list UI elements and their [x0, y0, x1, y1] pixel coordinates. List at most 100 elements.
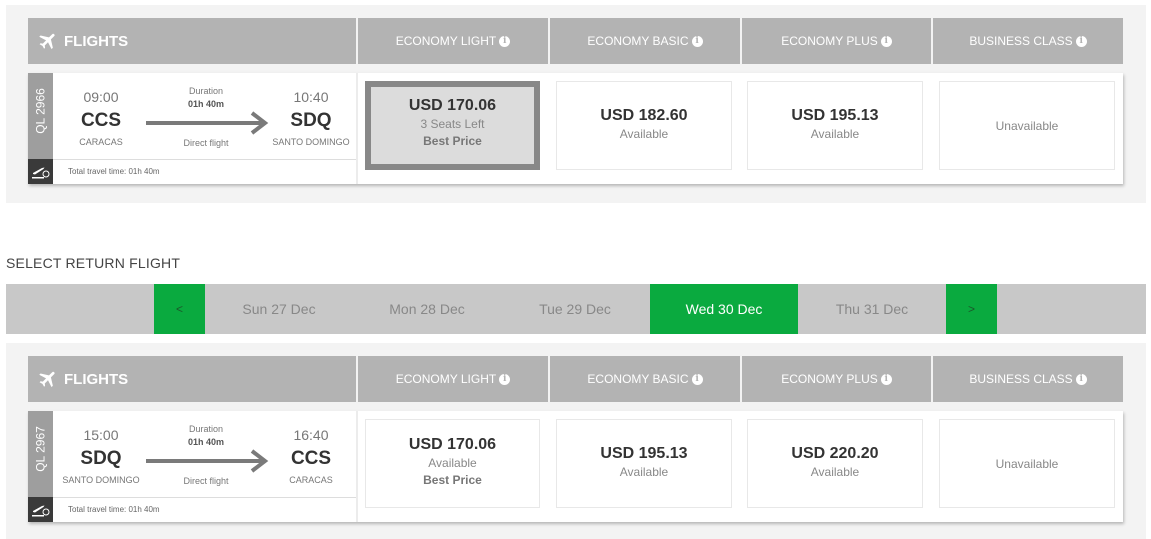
fare-status: Available — [619, 465, 669, 479]
arrive-code: CCS — [290, 448, 332, 469]
info-icon[interactable]: i — [1075, 35, 1087, 47]
fare-price: USD 170.06 — [408, 97, 497, 114]
return-flight-section: FLIGHTS ECONOMY LIGHT i ECONOMY BASIC i EC… — [6, 343, 1146, 539]
arrive-code: SDQ — [290, 110, 332, 131]
date-tab[interactable]: Thu 31 Dec — [798, 284, 946, 334]
direct-flight-label: Direct flight — [183, 138, 229, 148]
flight-card: QL 2966 09:00 CCS CARACAS Duration 01h 4… — [28, 73, 1123, 184]
header-economy-light: ECONOMY LIGHT i — [358, 356, 548, 402]
info-icon[interactable]: i — [499, 35, 511, 47]
fare-price: USD 195.13 — [600, 445, 688, 462]
fare-economy-plus[interactable]: USD 195.13 Available — [747, 81, 923, 170]
departure-icon — [28, 159, 53, 184]
depart-time: 15:00 — [83, 427, 119, 443]
best-price-label: Best Price — [423, 473, 482, 487]
fare-economy-plus[interactable]: USD 220.20 Available — [747, 419, 923, 508]
header-class-label: ECONOMY LIGHT — [395, 34, 497, 48]
next-date-button[interactable]: > — [946, 284, 997, 334]
date-selector-bar: < Sun 27 Dec Mon 28 Dec Tue 29 Dec Wed 3… — [6, 284, 1146, 334]
arrive-city: SANTO DOMINGO — [272, 137, 350, 147]
fare-status: Available — [428, 456, 477, 470]
depart-city: CARACAS — [79, 137, 123, 147]
prev-date-button[interactable]: < — [154, 284, 205, 334]
plane-takeoff-icon — [32, 167, 50, 179]
divider — [356, 411, 358, 522]
outbound-flight-section: FLIGHTS ECONOMY LIGHT i ECONOMY BASIC i EC… — [6, 5, 1146, 203]
divider — [53, 159, 357, 160]
info-icon[interactable]: i — [880, 373, 892, 385]
return-section-title: SELECT RETURN FLIGHT — [6, 255, 181, 271]
depart-code: SDQ — [80, 448, 122, 469]
depart-city: SANTO DOMINGO — [62, 475, 140, 485]
divider — [356, 73, 358, 184]
duration-value: 01h 40m — [187, 99, 225, 109]
header-class-label: BUSINESS CLASS — [969, 34, 1073, 48]
duration-label: Duration — [188, 86, 224, 96]
header-economy-plus: ECONOMY PLUS i — [742, 18, 931, 64]
header-class-label: ECONOMY LIGHT — [395, 372, 497, 386]
header-class-label: ECONOMY BASIC — [587, 372, 689, 386]
info-icon[interactable]: i — [499, 373, 511, 385]
fare-price: USD 182.60 — [600, 107, 688, 124]
flights-header-label: FLIGHTS — [64, 370, 129, 388]
fare-economy-light[interactable]: USD 170.06 3 Seats Left Best Price — [365, 81, 540, 170]
header-business-class: BUSINESS CLASS i — [933, 356, 1123, 402]
date-tab[interactable]: Mon 28 Dec — [353, 284, 501, 334]
depart-code: CCS — [80, 110, 122, 131]
fare-unavailable: Unavailable — [995, 457, 1059, 471]
plane-takeoff-icon — [32, 505, 50, 517]
fare-economy-basic[interactable]: USD 182.60 Available — [556, 81, 732, 170]
flights-header: FLIGHTS — [28, 356, 356, 402]
info-icon[interactable]: i — [880, 35, 892, 47]
header-economy-basic: ECONOMY BASIC i — [550, 18, 740, 64]
duration-label: Duration — [188, 424, 224, 434]
header-class-label: ECONOMY PLUS — [781, 34, 878, 48]
depart-time: 09:00 — [83, 89, 119, 105]
info-icon[interactable]: i — [691, 373, 703, 385]
fare-status: Available — [619, 127, 669, 141]
fare-header-row: FLIGHTS ECONOMY LIGHT i ECONOMY BASIC i EC… — [28, 18, 1123, 64]
fare-business-class: Unavailable — [939, 81, 1115, 170]
fare-business-class: Unavailable — [939, 419, 1115, 508]
best-price-label: Best Price — [423, 134, 482, 148]
flight-number: QL 2966 — [33, 88, 48, 134]
header-class-label: ECONOMY PLUS — [781, 372, 878, 386]
fare-unavailable: Unavailable — [995, 119, 1059, 133]
total-travel-time: Total travel time: 01h 40m — [68, 167, 160, 176]
plane-icon — [39, 33, 55, 50]
fare-price: USD 170.06 — [408, 436, 497, 453]
total-travel-time: Total travel time: 01h 40m — [68, 505, 160, 514]
arrive-time: 10:40 — [293, 89, 329, 105]
header-class-label: ECONOMY BASIC — [587, 34, 689, 48]
arrow-right-icon — [146, 111, 269, 135]
header-class-label: BUSINESS CLASS — [969, 372, 1073, 386]
fare-economy-basic[interactable]: USD 195.13 Available — [556, 419, 732, 508]
date-tab[interactable]: Sun 27 Dec — [205, 284, 353, 334]
fare-status: Available — [810, 127, 860, 141]
info-icon[interactable]: i — [1075, 373, 1087, 385]
duration-value: 01h 40m — [187, 437, 225, 447]
flights-header: FLIGHTS — [28, 18, 356, 64]
fare-price: USD 220.20 — [791, 445, 879, 462]
arrow-right-icon — [146, 449, 269, 473]
header-economy-basic: ECONOMY BASIC i — [550, 356, 740, 402]
fare-header-row: FLIGHTS ECONOMY LIGHT i ECONOMY BASIC i EC… — [28, 356, 1123, 402]
divider — [53, 497, 357, 498]
flight-card: QL 2967 15:00 SDQ SANTO DOMINGO Duration… — [28, 411, 1123, 522]
flights-header-label: FLIGHTS — [64, 32, 129, 50]
fare-economy-light[interactable]: USD 170.06 Available Best Price — [365, 419, 540, 508]
header-economy-light: ECONOMY LIGHT i — [358, 18, 548, 64]
departure-icon — [28, 497, 53, 522]
arrive-time: 16:40 — [293, 427, 329, 443]
plane-icon — [39, 371, 55, 388]
flight-number: QL 2967 — [33, 426, 48, 472]
direct-flight-label: Direct flight — [183, 476, 229, 486]
fare-status: 3 Seats Left — [420, 117, 485, 131]
date-tab-selected[interactable]: Wed 30 Dec — [650, 284, 798, 334]
info-icon[interactable]: i — [691, 35, 703, 47]
date-tab[interactable]: Tue 29 Dec — [501, 284, 649, 334]
fare-status: Available — [810, 465, 860, 479]
arrive-city: CARACAS — [289, 475, 333, 485]
header-business-class: BUSINESS CLASS i — [933, 18, 1123, 64]
fare-price: USD 195.13 — [791, 107, 879, 124]
